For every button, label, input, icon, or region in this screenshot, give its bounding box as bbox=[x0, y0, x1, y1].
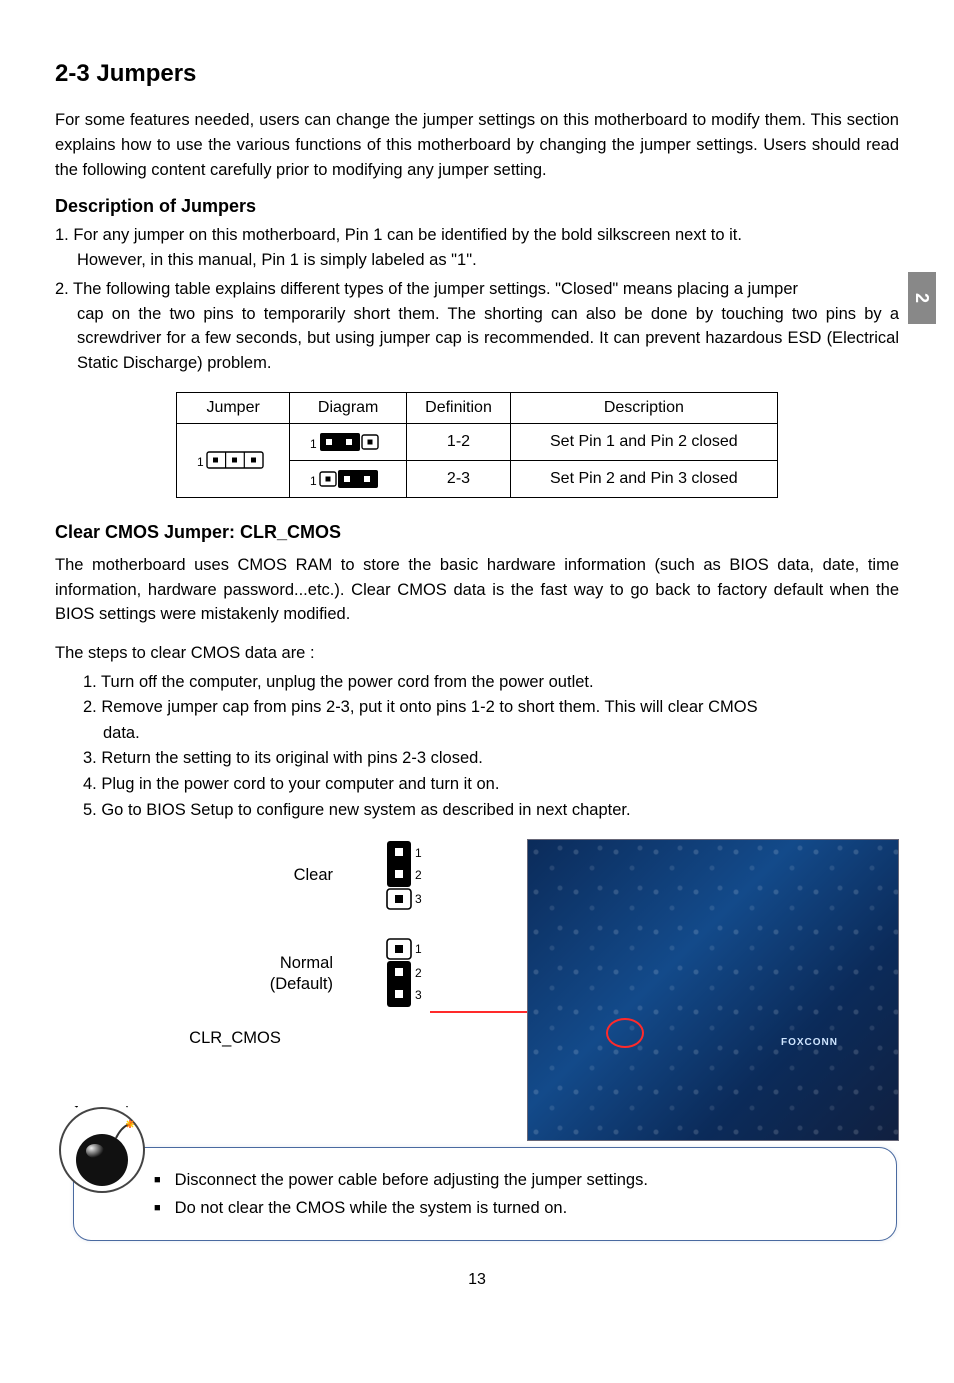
clr-cmos-location-highlight bbox=[606, 1018, 644, 1048]
jumper-3pin-icon: 1 bbox=[195, 448, 271, 472]
steps-intro: The steps to clear CMOS data are : bbox=[55, 641, 899, 666]
step-5: 5. Go to BIOS Setup to configure new sys… bbox=[83, 798, 899, 824]
svg-text:3: 3 bbox=[415, 892, 422, 906]
clr-cmos-paragraph: The motherboard uses CMOS RAM to store t… bbox=[55, 553, 899, 627]
page-number: 13 bbox=[55, 1271, 899, 1289]
section-title: 2-3 Jumpers bbox=[55, 60, 899, 88]
jumper-settings-table: Jumper Diagram Definition Description 1 bbox=[176, 392, 778, 498]
cell-diagram-12: 1 bbox=[290, 423, 407, 460]
step-3: 3. Return the setting to its original wi… bbox=[83, 746, 899, 772]
cell-def-12: 1-2 bbox=[407, 423, 511, 460]
svg-text:1: 1 bbox=[310, 437, 317, 451]
clr-cmos-clear-icon: 1 2 3 bbox=[383, 839, 435, 913]
mobo-brand-label: FOXCONN bbox=[781, 1037, 838, 1048]
step-1: 1. Turn off the computer, unplug the pow… bbox=[83, 670, 899, 696]
motherboard-image: FOXCONN bbox=[527, 839, 899, 1141]
svg-text:1: 1 bbox=[415, 942, 422, 956]
th-jumper: Jumper bbox=[177, 392, 290, 423]
step-4: 4. Plug in the power cord to your comput… bbox=[83, 772, 899, 798]
svg-text:2: 2 bbox=[415, 868, 422, 882]
jumper-12-closed-icon: 1 bbox=[308, 430, 388, 454]
svg-text:3: 3 bbox=[415, 988, 422, 1002]
warning-line-2: Do not clear the CMOS while the system i… bbox=[154, 1194, 876, 1222]
clr-cmos-heading: Clear CMOS Jumper: CLR_CMOS bbox=[55, 522, 899, 543]
clr-cmos-normal-icon: 1 2 3 bbox=[383, 937, 435, 1011]
svg-text:WARNING!: WARNING! bbox=[70, 1106, 134, 1111]
cell-diagram-23: 1 bbox=[290, 460, 407, 497]
label-clr-cmos-signal: CLR_CMOS bbox=[189, 1029, 281, 1048]
svg-text:1: 1 bbox=[415, 846, 422, 860]
jumper-23-closed-icon: 1 bbox=[308, 467, 388, 491]
clr-cmos-diagram-block: Clear 1 2 3 Normal (Default) bbox=[55, 839, 445, 1048]
warning-line-1: Disconnect the power cable before adjust… bbox=[154, 1166, 876, 1194]
svg-text:2: 2 bbox=[415, 966, 422, 980]
th-definition: Definition bbox=[407, 392, 511, 423]
intro-paragraph: For some features needed, users can chan… bbox=[55, 108, 899, 182]
svg-text:1: 1 bbox=[197, 455, 204, 469]
warning-box: Disconnect the power cable before adjust… bbox=[73, 1147, 897, 1241]
desc-item-1: 1. For any jumper on this motherboard, P… bbox=[55, 223, 899, 273]
table-header-row: Jumper Diagram Definition Description bbox=[177, 392, 778, 423]
label-clear: Clear bbox=[294, 865, 333, 886]
chapter-tab: 2 bbox=[908, 272, 936, 324]
description-heading: Description of Jumpers bbox=[55, 196, 899, 217]
th-diagram: Diagram bbox=[290, 392, 407, 423]
label-normal: Normal (Default) bbox=[270, 953, 333, 996]
desc-item-2: 2. The following table explains differen… bbox=[55, 277, 899, 376]
table-row: 1 1 1-2 S bbox=[177, 423, 778, 460]
th-description: Description bbox=[510, 392, 777, 423]
cell-desc-23: Set Pin 2 and Pin 3 closed bbox=[510, 460, 777, 497]
cell-def-23: 2-3 bbox=[407, 460, 511, 497]
warning-badge: WARNING! bbox=[55, 1103, 150, 1198]
step-2: 2. Remove jumper cap from pins 2-3, put … bbox=[83, 695, 899, 746]
svg-text:1: 1 bbox=[310, 474, 317, 488]
cell-desc-12: Set Pin 1 and Pin 2 closed bbox=[510, 423, 777, 460]
bomb-icon bbox=[76, 1134, 128, 1186]
cell-jumper-icon: 1 bbox=[177, 423, 290, 497]
